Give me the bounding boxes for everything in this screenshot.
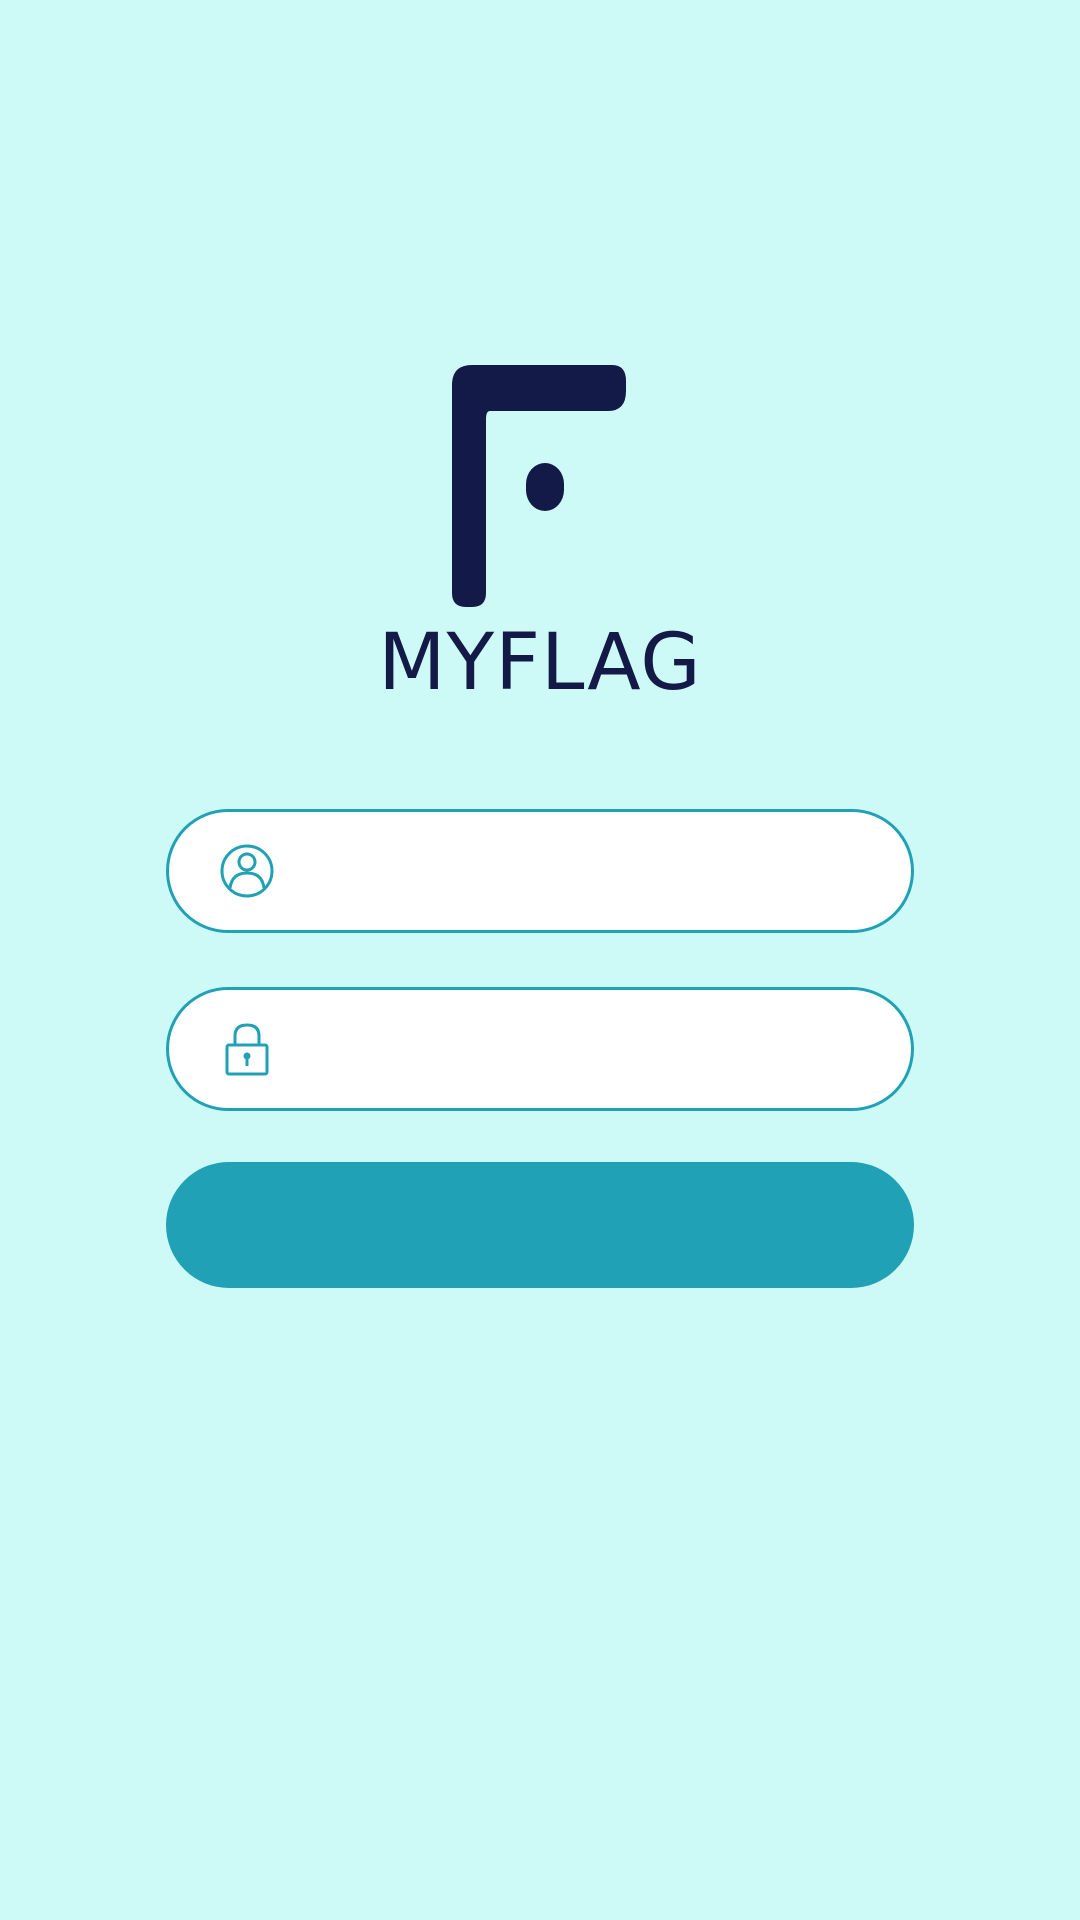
lock-icon [219, 1021, 275, 1077]
brand-name: MYFLAG [378, 618, 702, 708]
username-input[interactable] [299, 812, 851, 930]
login-screen: MYFLAG [0, 0, 1080, 1920]
password-input[interactable] [299, 990, 851, 1108]
password-field[interactable] [166, 987, 914, 1111]
username-field[interactable] [166, 809, 914, 933]
myflag-logo-icon [450, 365, 628, 610]
login-button[interactable] [166, 1162, 914, 1288]
user-icon [219, 843, 275, 899]
